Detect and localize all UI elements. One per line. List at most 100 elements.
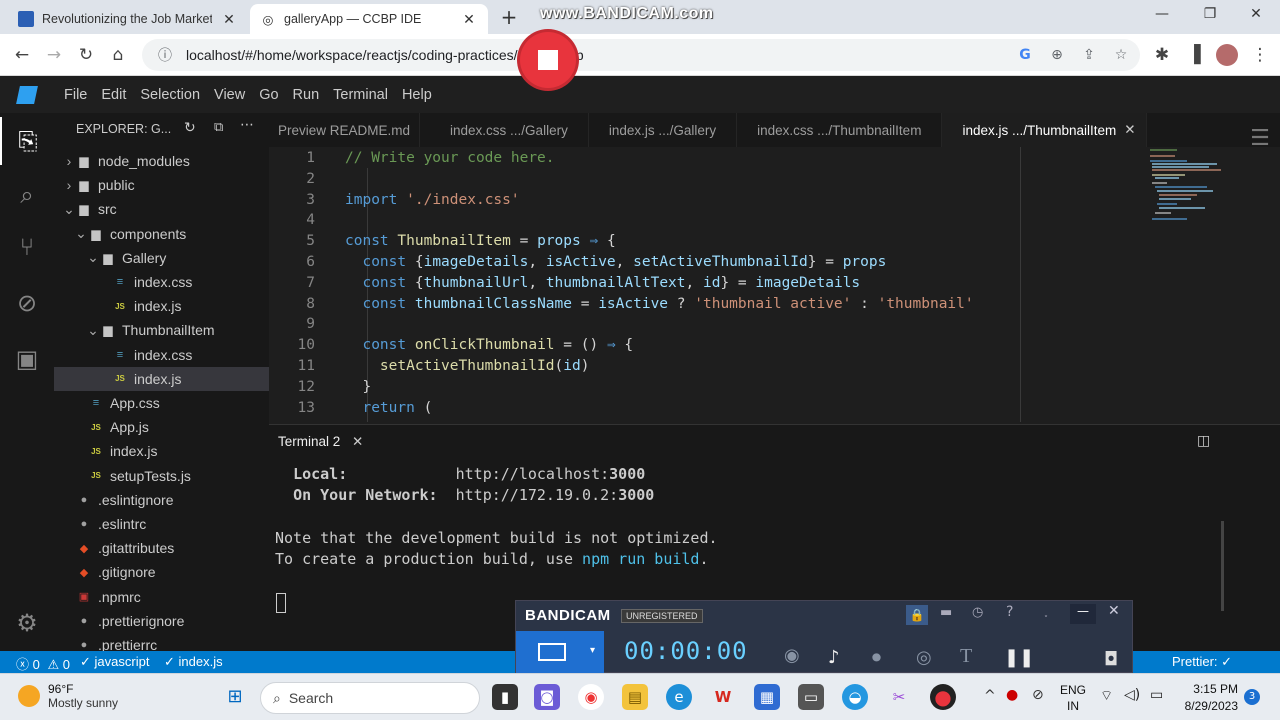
minimize-icon[interactable]: — xyxy=(1070,604,1096,624)
code-line[interactable]: const {imageDetails, isActive, setActive… xyxy=(345,254,886,270)
prettier-status[interactable]: Prettier: ✓ xyxy=(1172,654,1232,670)
webcam-icon[interactable]: ◉ xyxy=(784,645,800,666)
language-indicator[interactable]: ENG IN xyxy=(1060,682,1086,714)
close-terminal-icon[interactable]: ✕ xyxy=(352,434,363,449)
code-line[interactable]: const {thumbnailUrl, thumbnailAltText, i… xyxy=(345,275,860,291)
reload-icon[interactable]: ↻ xyxy=(74,44,98,66)
menu-selection[interactable]: Selection xyxy=(140,87,200,103)
bookmark-star-icon[interactable]: ☆ xyxy=(1110,47,1132,63)
lock-icon[interactable]: 🔒 xyxy=(906,605,928,625)
menu-run[interactable]: Run xyxy=(293,87,320,103)
maximize-window-icon[interactable]: ❐ xyxy=(1190,6,1230,26)
screen-mode-button[interactable]: ▾ xyxy=(516,631,604,674)
text-overlay-icon[interactable]: T xyxy=(960,645,972,668)
refresh-icon[interactable]: ↻ xyxy=(184,120,196,136)
editor-tab-thumbnail-css[interactable]: index.css .../ThumbnailItem xyxy=(737,113,943,147)
split-view-icon[interactable]: ☰ xyxy=(1240,113,1280,151)
code-line[interactable]: import './index.css' xyxy=(345,192,520,208)
weather-widget[interactable]: 96°F Mostly sunny xyxy=(18,682,118,710)
tree-file[interactable]: JS index.js xyxy=(54,366,269,391)
battery-icon[interactable]: ▭ xyxy=(1150,687,1163,703)
gear-icon[interactable]: ⚙ xyxy=(0,599,54,647)
collapse-all-icon[interactable]: ⧉ xyxy=(214,120,223,135)
problems-status[interactable]: ⓧ 0 ⚠ 0 xyxy=(16,654,70,673)
collapse-icon[interactable]: ˯ xyxy=(1044,604,1048,618)
side-panel-icon[interactable]: ▐ xyxy=(1182,44,1206,66)
show-hidden-icons-icon[interactable]: ^ xyxy=(984,688,996,704)
code-line[interactable]: setActiveThumbnailId(id) xyxy=(345,358,590,374)
tree-file[interactable]: JS index.js xyxy=(54,294,269,318)
store-icon[interactable]: ▦ xyxy=(754,684,780,710)
menu-terminal[interactable]: Terminal xyxy=(333,87,388,103)
close-icon[interactable]: ✕ xyxy=(1108,603,1120,619)
system-clock[interactable]: 3:15 PM 8/29/2023 xyxy=(1182,681,1238,715)
tree-file[interactable]: JS App.js xyxy=(54,415,269,439)
task-view-icon[interactable]: ▮ xyxy=(492,684,518,710)
chrome-icon[interactable]: ◉ xyxy=(578,684,604,710)
microphone-icon[interactable]: ⏺ xyxy=(872,647,881,668)
tree-file[interactable]: ● .eslintignore xyxy=(54,488,269,512)
tree-folder[interactable]: ⌄ ▆ ThumbnailItem xyxy=(54,318,269,342)
tree-file[interactable]: ≡ index.css xyxy=(54,270,269,294)
menu-file[interactable]: File xyxy=(64,87,87,103)
tray-app-icon[interactable]: ⊘ xyxy=(1032,687,1044,703)
search-icon[interactable]: ⌕ xyxy=(0,171,54,219)
tree-file[interactable]: ▣ .npmrc xyxy=(54,585,269,609)
tree-file[interactable]: ● .eslintrc xyxy=(54,512,269,536)
code-line[interactable]: const thumbnailClassName = isActive ? 't… xyxy=(345,296,973,312)
help-icon[interactable]: ? xyxy=(1006,604,1013,620)
code-editor[interactable]: 1 // Write your code here. 2 3 import './ind… xyxy=(269,147,1221,422)
site-info-icon[interactable]: ⓘ xyxy=(154,45,176,65)
share-icon[interactable]: ⇪ xyxy=(1078,47,1100,63)
editor-tab-readme[interactable]: Preview README.md xyxy=(269,113,421,147)
zoom-icon[interactable]: ⊕ xyxy=(1046,47,1068,63)
close-tab-icon[interactable]: ✕ xyxy=(1124,122,1135,138)
explorer-files-icon[interactable]: ⎘ xyxy=(0,117,54,165)
notification-badge[interactable]: 3 xyxy=(1244,689,1260,705)
folder-icon[interactable]: ▬ xyxy=(940,605,952,620)
forward-arrow-icon[interactable]: → xyxy=(42,44,66,66)
address-bar[interactable]: ⓘ localhost/#/home/workspace/reactjs/cod… xyxy=(142,39,1140,71)
speaker-icon[interactable]: ♪ xyxy=(828,647,840,668)
docker-icon[interactable]: ◒ xyxy=(842,684,868,710)
tree-file[interactable]: ● .prettierrc xyxy=(54,633,269,651)
clock-icon[interactable]: ◷ xyxy=(972,605,983,620)
google-icon[interactable]: G xyxy=(1014,47,1036,63)
tree-file[interactable]: ● .prettierignore xyxy=(54,609,269,633)
cursor-effect-icon[interactable]: ◎ xyxy=(916,647,932,668)
extensions-icon[interactable]: ✱ xyxy=(1150,44,1174,66)
edge-icon[interactable]: e xyxy=(666,684,692,710)
close-tab-icon[interactable]: ✕ xyxy=(460,11,478,28)
pause-icon[interactable]: ❚❚ xyxy=(1004,647,1034,668)
editor-tab-thumbnail-js[interactable]: index.js .../ThumbnailItem ✕ xyxy=(942,113,1147,147)
menu-edit[interactable]: Edit xyxy=(101,87,126,103)
tree-folder[interactable]: ⌄ ▆ components xyxy=(54,222,269,246)
menu-view[interactable]: View xyxy=(214,87,245,103)
tree-folder[interactable]: › ▆ node_modules xyxy=(54,149,269,173)
tree-file[interactable]: ◆ .gitattributes xyxy=(54,536,269,560)
code-line[interactable]: const onClickThumbnail = () ⇒ { xyxy=(345,337,633,353)
maximize-panel-icon[interactable]: ◫ xyxy=(1197,433,1210,449)
stop-recording-button[interactable] xyxy=(520,32,576,88)
source-control-icon[interactable]: ⑂ xyxy=(0,223,54,271)
editor-tab-gallery-js[interactable]: index.js .../Gallery xyxy=(589,113,738,147)
tree-folder[interactable]: ⌄ ▆ src xyxy=(54,197,269,221)
close-tab-icon[interactable]: ✕ xyxy=(220,11,238,28)
volume-icon[interactable]: ◁) xyxy=(1124,687,1140,703)
extensions-icon[interactable]: ▣ xyxy=(0,335,54,383)
run-debug-icon[interactable]: ⊘ xyxy=(0,279,54,327)
recording-tray-icon[interactable]: ● xyxy=(1006,687,1018,703)
more-actions-icon[interactable]: ⋯ xyxy=(240,117,254,133)
dropdown-arrow-icon[interactable]: ▾ xyxy=(590,645,595,656)
language-status[interactable]: ✓ javascript xyxy=(80,654,149,670)
code-line[interactable]: // Write your code here. xyxy=(345,150,555,166)
code-line[interactable]: return ( xyxy=(345,400,432,416)
tree-file[interactable]: ≡ App.css xyxy=(54,391,269,415)
taskbar-search[interactable]: ⌕ Search xyxy=(260,682,480,714)
tree-file[interactable]: JS index.js xyxy=(54,439,269,463)
close-window-icon[interactable]: ✕ xyxy=(1236,6,1276,26)
file-status[interactable]: ✓ index.js xyxy=(164,654,223,670)
menu-help[interactable]: Help xyxy=(402,87,432,103)
profile-avatar[interactable] xyxy=(1216,44,1238,66)
file-explorer-icon[interactable]: ▤ xyxy=(622,684,648,710)
